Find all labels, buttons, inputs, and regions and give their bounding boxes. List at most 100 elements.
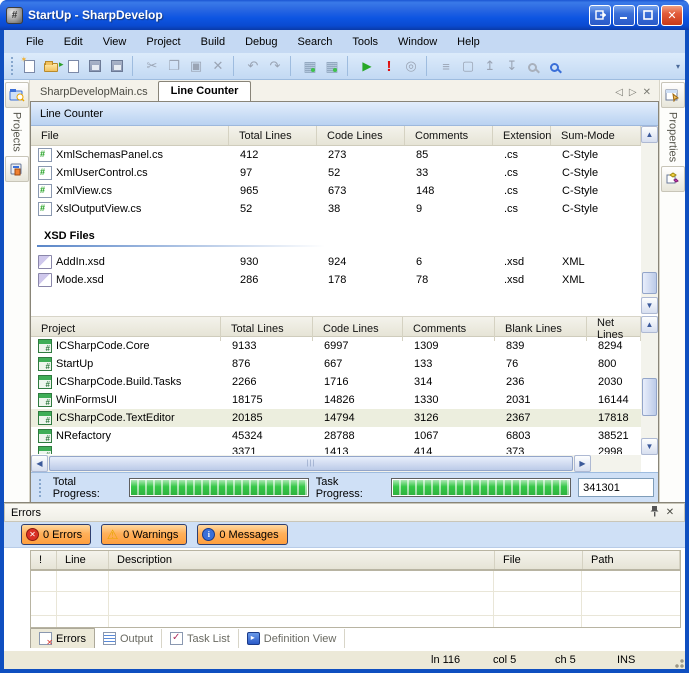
column-header[interactable]: Sum-Mode [551,126,641,145]
tab-scroll-left-icon[interactable]: ◁ [615,87,623,98]
menu-item[interactable]: Tools [342,33,388,51]
menu-item[interactable]: Build [191,33,235,51]
next-bookmark-icon[interactable]: ↧ [501,56,523,76]
properties-pad-button[interactable] [661,82,685,108]
copy-icon[interactable]: ❐ [163,56,185,76]
save-icon[interactable] [84,56,106,76]
tab-definition-view[interactable]: Definition View [239,629,346,648]
menu-item[interactable]: Window [388,33,447,51]
project-row[interactable]: StartUp 876 667 133 76 800 [31,355,641,373]
run-icon[interactable]: ▶ [356,56,378,76]
tab-scroll-right-icon[interactable]: ▷ [629,87,637,98]
scroll-left-icon[interactable]: ◀ [31,455,48,472]
search-icon[interactable] [545,56,567,76]
tab-output[interactable]: Output [95,629,162,648]
pin-icon[interactable] [646,505,662,520]
tab-errors[interactable]: Errors [30,628,95,648]
menu-item[interactable]: Debug [235,33,287,51]
profiler-icon[interactable]: ◎ [400,56,422,76]
scroll-up-icon[interactable]: ▲ [641,316,658,333]
progress-grip[interactable] [38,479,43,497]
column-header[interactable]: Total Lines [229,126,317,145]
close-panel-icon[interactable]: ✕ [662,507,678,518]
format-icon[interactable]: ≡ [435,56,457,76]
column-header[interactable]: Blank Lines [495,317,587,341]
column-header[interactable]: Extension [493,126,551,145]
warnings-filter-button[interactable]: ⚠ 0 Warnings [101,524,187,545]
errors-grid-body[interactable] [31,571,680,627]
scroll-down-icon[interactable]: ▼ [641,297,658,314]
cut-icon[interactable]: ✂ [141,56,163,76]
redo-icon[interactable]: ↷ [264,56,286,76]
document-tab[interactable]: SharpDevelopMain.cs [30,83,158,101]
file-row[interactable]: XslOutputView.cs 52 38 9 .cs C-Style [31,200,641,218]
menu-item[interactable]: File [16,33,54,51]
toolbar-overflow-icon[interactable]: ▾ [673,62,683,71]
scrollbar-thumb[interactable] [642,378,657,416]
undo-icon[interactable]: ↶ [242,56,264,76]
column-header[interactable]: File [31,126,229,145]
menu-item[interactable]: Edit [54,33,93,51]
new-file-icon[interactable] [18,56,40,76]
column-header[interactable]: Line [57,551,109,569]
open-file-icon[interactable] [62,56,84,76]
comment-region-icon[interactable]: ▢ [457,56,479,76]
column-header[interactable]: Net Lines [587,317,641,341]
document-tab[interactable]: Line Counter [158,81,252,101]
find-in-files-icon[interactable] [523,56,545,76]
menu-item[interactable]: Help [447,33,490,51]
project-row[interactable]: ICSharpCode.Core 9133 6997 1309 839 8294 [31,337,641,355]
file-row[interactable]: XmlView.cs 965 673 148 .cs C-Style [31,182,641,200]
delete-icon[interactable]: ✕ [207,56,229,76]
projects-table-scrollbar[interactable]: ▲ ▼ [641,316,658,455]
tab-task-list[interactable]: Task List [162,629,239,648]
column-header[interactable]: ! [31,551,57,569]
file-row[interactable]: XmlUserControl.cs 97 52 33 .cs C-Style [31,164,641,182]
files-table-scrollbar[interactable]: ▲ ▼ [641,126,658,314]
scroll-right-icon[interactable]: ▶ [574,455,591,472]
projects-pad-label[interactable]: Projects [11,112,23,152]
project-row[interactable]: ICSharpCode.TextEditor 20185 14794 3126 … [31,409,641,427]
menu-item[interactable]: View [93,33,137,51]
build-solution-icon[interactable]: ▦ [299,56,321,76]
column-header[interactable]: Project [31,317,221,341]
project-row[interactable]: NRefactory 45324 28788 1067 6803 38521 [31,427,641,445]
column-header[interactable]: Comments [403,317,495,341]
column-header[interactable]: Comments [405,126,493,145]
tools-pad-button[interactable] [661,166,685,192]
scroll-down-icon[interactable]: ▼ [641,438,658,455]
rebuild-solution-icon[interactable]: ▦ [321,56,343,76]
paste-icon[interactable]: ▣ [185,56,207,76]
column-header[interactable]: Code Lines [317,126,405,145]
messages-filter-button[interactable]: i 0 Messages [197,524,287,545]
float-window-button[interactable] [589,5,611,26]
maximize-button[interactable] [637,5,659,26]
column-header[interactable]: File [495,551,583,569]
prev-bookmark-icon[interactable]: ↥ [479,56,501,76]
projects-pad-button[interactable] [5,82,29,108]
project-row[interactable]: ICSharpCode.Build.Tasks 2266 1716 314 23… [31,373,641,391]
resize-grip[interactable] [671,655,685,669]
save-all-icon[interactable] [106,56,128,76]
column-header[interactable]: Path [583,551,680,569]
abort-icon[interactable]: ! [378,56,400,76]
project-row[interactable]: WinFormsUI 18175 14826 1330 2031 16144 [31,391,641,409]
project-row[interactable]: 3371 1413 414 373 2998 [31,445,641,454]
menu-item[interactable]: Search [288,33,343,51]
classes-pad-button[interactable] [5,156,29,182]
scrollbar-thumb[interactable] [642,272,657,294]
close-button[interactable]: ✕ [661,5,683,26]
file-row[interactable]: Mode.xsd 286 178 78 .xsd XML [31,271,641,289]
minimize-button[interactable] [613,5,635,26]
properties-pad-label[interactable]: Properties [667,112,679,162]
errors-filter-button[interactable]: ✕ 0 Errors [21,524,91,545]
column-header[interactable]: Code Lines [313,317,403,341]
file-row[interactable]: AddIn.xsd 930 924 6 .xsd XML [31,253,641,271]
file-row[interactable]: XmlSchemasPanel.cs 412 273 85 .cs C-Styl… [31,146,641,164]
scroll-up-icon[interactable]: ▲ [641,126,658,143]
column-header[interactable]: Total Lines [221,317,313,341]
toolbar-grip[interactable] [10,57,15,75]
tab-close-icon[interactable]: ✕ [643,87,651,98]
column-header[interactable]: Description [109,551,495,569]
projects-table-hscrollbar[interactable]: ◀ ||| ▶ [31,455,641,472]
